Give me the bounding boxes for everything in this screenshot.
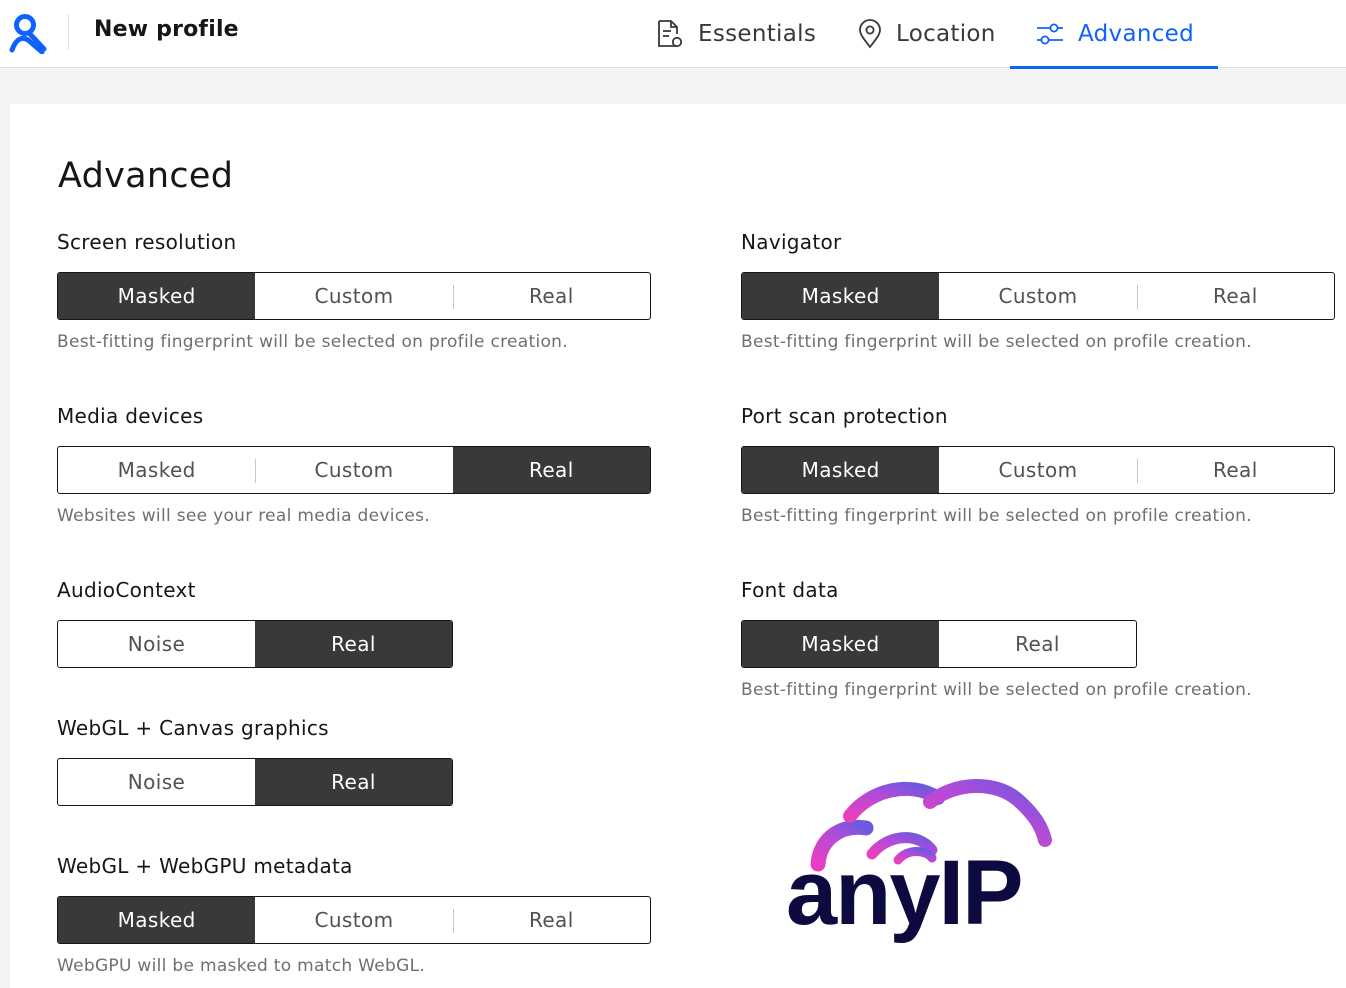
tab-advanced[interactable]: Advanced bbox=[1009, 0, 1219, 69]
top-bar: New profile Essentials Location Advanced bbox=[0, 0, 1346, 69]
field-label: Port scan protection bbox=[741, 404, 948, 428]
field-label: WebGL + WebGPU metadata bbox=[57, 854, 353, 878]
option-real[interactable]: Real bbox=[939, 621, 1136, 667]
option-custom[interactable]: Custom bbox=[939, 273, 1136, 319]
font-data-switcher: Masked Real bbox=[741, 620, 1137, 668]
option-real[interactable]: Real bbox=[255, 759, 452, 805]
field-label: Navigator bbox=[741, 230, 842, 254]
field-label: Screen resolution bbox=[57, 230, 237, 254]
option-real[interactable]: Real bbox=[452, 273, 650, 319]
option-custom[interactable]: Custom bbox=[255, 897, 452, 943]
field-webgl-webgpu: WebGL + WebGPU metadata Masked Custom Re… bbox=[57, 854, 651, 976]
option-masked[interactable]: Masked bbox=[58, 897, 256, 943]
option-noise[interactable]: Noise bbox=[58, 621, 255, 667]
field-media-devices: Media devices Masked Custom Real Website… bbox=[57, 404, 651, 526]
tab-location[interactable]: Location bbox=[858, 0, 996, 68]
navigator-switcher: Masked Custom Real bbox=[741, 272, 1335, 320]
screen-resolution-switcher: Masked Custom Real bbox=[57, 272, 651, 320]
field-label: WebGL + Canvas graphics bbox=[57, 716, 329, 740]
field-label: AudioContext bbox=[57, 578, 196, 602]
header-divider bbox=[68, 14, 69, 50]
option-masked[interactable]: Masked bbox=[742, 621, 939, 667]
app-logo-icon[interactable] bbox=[8, 12, 48, 54]
advanced-panel: Advanced Screen resolution Masked Custom… bbox=[10, 104, 1346, 988]
page-title: New profile bbox=[94, 17, 239, 42]
section-heading: Advanced bbox=[58, 156, 234, 196]
option-real[interactable]: Real bbox=[255, 621, 452, 667]
field-font-data: Font data Masked Real Best-fitting finge… bbox=[741, 578, 1252, 700]
anyip-logo: anyIP bbox=[786, 778, 1052, 944]
field-screen-resolution: Screen resolution Masked Custom Real Bes… bbox=[57, 230, 651, 352]
location-pin-icon bbox=[859, 19, 881, 49]
option-masked[interactable]: Masked bbox=[742, 273, 940, 319]
webgl-canvas-switcher: Noise Real bbox=[57, 758, 453, 806]
option-masked[interactable]: Masked bbox=[58, 273, 256, 319]
option-custom[interactable]: Custom bbox=[255, 273, 452, 319]
option-real[interactable]: Real bbox=[1136, 273, 1334, 319]
tab-location-label: Location bbox=[896, 21, 996, 47]
option-masked[interactable]: Masked bbox=[58, 447, 255, 493]
webgl-webgpu-switcher: Masked Custom Real bbox=[57, 896, 651, 944]
option-custom[interactable]: Custom bbox=[255, 447, 452, 493]
field-port-scan-protection: Port scan protection Masked Custom Real … bbox=[741, 404, 1335, 526]
field-hint: Websites will see your real media device… bbox=[57, 506, 430, 526]
field-hint: Best-fitting fingerprint will be selecte… bbox=[741, 680, 1252, 700]
field-audio-context: AudioContext Noise Real bbox=[57, 578, 453, 668]
field-hint: WebGPU will be masked to match WebGL. bbox=[57, 956, 426, 976]
field-navigator: Navigator Masked Custom Real Best-fittin… bbox=[741, 230, 1335, 352]
field-label: Media devices bbox=[57, 404, 204, 428]
tab-essentials-label: Essentials bbox=[698, 21, 817, 47]
field-label: Font data bbox=[741, 578, 839, 602]
media-devices-switcher: Masked Custom Real bbox=[57, 446, 651, 494]
option-custom[interactable]: Custom bbox=[939, 447, 1136, 493]
settings-sliders-icon bbox=[1037, 23, 1063, 45]
audio-context-switcher: Noise Real bbox=[57, 620, 453, 668]
brand-name: anyIP bbox=[786, 842, 1021, 944]
option-real[interactable]: Real bbox=[452, 897, 650, 943]
option-real[interactable]: Real bbox=[452, 447, 650, 493]
document-gear-icon bbox=[658, 20, 683, 48]
port-scan-switcher: Masked Custom Real bbox=[741, 446, 1335, 494]
field-hint: Best-fitting fingerprint will be selecte… bbox=[741, 332, 1252, 352]
tab-essentials[interactable]: Essentials bbox=[656, 0, 816, 68]
field-webgl-canvas: WebGL + Canvas graphics Noise Real bbox=[57, 716, 453, 806]
field-hint: Best-fitting fingerprint will be selecte… bbox=[57, 332, 568, 352]
option-masked[interactable]: Masked bbox=[742, 447, 940, 493]
field-hint: Best-fitting fingerprint will be selecte… bbox=[741, 506, 1252, 526]
tab-advanced-label: Advanced bbox=[1078, 21, 1195, 47]
option-real[interactable]: Real bbox=[1136, 447, 1334, 493]
option-noise[interactable]: Noise bbox=[58, 759, 255, 805]
